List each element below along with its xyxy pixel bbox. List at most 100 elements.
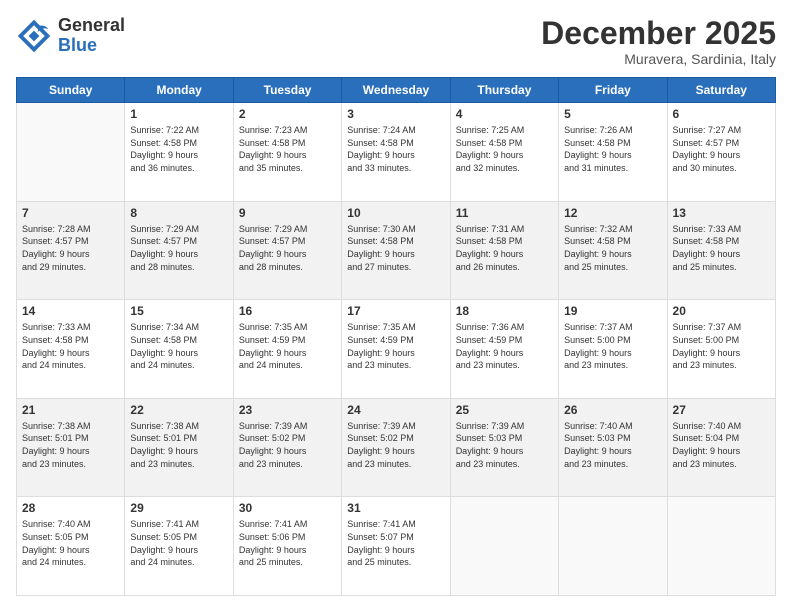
calendar-week-row: 21 Sunrise: 7:38 AM Sunset: 5:01 PM Dayli… xyxy=(17,398,776,497)
calendar-cell: 16 Sunrise: 7:35 AM Sunset: 4:59 PM Dayli… xyxy=(233,300,341,399)
day-number: 31 xyxy=(347,501,444,515)
calendar-cell: 30 Sunrise: 7:41 AM Sunset: 5:06 PM Dayli… xyxy=(233,497,341,596)
calendar-day-header: Thursday xyxy=(450,78,558,103)
calendar-cell: 3Sunrise: 7:24 AM Sunset: 4:58 PM Daylig… xyxy=(342,103,450,202)
calendar-cell: 18Sunrise: 7:36 AM Sunset: 4:59 PM Dayli… xyxy=(450,300,558,399)
cell-info: Sunrise: 7:41 AM Sunset: 5:06 PM Dayligh… xyxy=(239,518,336,568)
calendar-cell: 29 Sunrise: 7:41 AM Sunset: 5:05 PM Dayli… xyxy=(125,497,233,596)
calendar-cell xyxy=(450,497,558,596)
day-number: 16 xyxy=(239,304,336,318)
cell-info: Sunrise: 7:35 AM Sunset: 4:59 PM Dayligh… xyxy=(347,321,444,371)
calendar-cell: 27 Sunrise: 7:40 AM Sunset: 5:04 PM Dayli… xyxy=(667,398,775,497)
calendar-cell: 6 Sunrise: 7:27 AM Sunset: 4:57 PM Daylig… xyxy=(667,103,775,202)
day-number: 27 xyxy=(673,403,770,417)
logo-general-text: General xyxy=(58,16,125,36)
calendar-week-row: 1 Sunrise: 7:22 AM Sunset: 4:58 PM Daylig… xyxy=(17,103,776,202)
cell-info: Sunrise: 7:40 AM Sunset: 5:04 PM Dayligh… xyxy=(673,420,770,470)
day-number: 1 xyxy=(130,107,227,121)
day-number: 8 xyxy=(130,206,227,220)
cell-info: Sunrise: 7:40 AM Sunset: 5:03 PM Dayligh… xyxy=(564,420,661,470)
calendar-week-row: 7 Sunrise: 7:28 AM Sunset: 4:57 PM Daylig… xyxy=(17,201,776,300)
day-number: 10 xyxy=(347,206,444,220)
month-title: December 2025 xyxy=(541,16,776,51)
logo-icon xyxy=(16,18,52,54)
day-number: 28 xyxy=(22,501,119,515)
calendar-cell: 10 Sunrise: 7:30 AM Sunset: 4:58 PM Dayli… xyxy=(342,201,450,300)
calendar-cell: 15 Sunrise: 7:34 AM Sunset: 4:58 PM Dayli… xyxy=(125,300,233,399)
day-number: 9 xyxy=(239,206,336,220)
day-number: 25 xyxy=(456,403,553,417)
cell-info: Sunrise: 7:41 AM Sunset: 5:05 PM Dayligh… xyxy=(130,518,227,568)
calendar-cell: 25 Sunrise: 7:39 AM Sunset: 5:03 PM Dayli… xyxy=(450,398,558,497)
logo-text: General Blue xyxy=(58,16,125,56)
calendar-cell xyxy=(559,497,667,596)
calendar-day-header: Wednesday xyxy=(342,78,450,103)
calendar-cell: 24 Sunrise: 7:39 AM Sunset: 5:02 PM Dayli… xyxy=(342,398,450,497)
day-number: 15 xyxy=(130,304,227,318)
cell-info: Sunrise: 7:34 AM Sunset: 4:58 PM Dayligh… xyxy=(130,321,227,371)
cell-info: Sunrise: 7:28 AM Sunset: 4:57 PM Dayligh… xyxy=(22,223,119,273)
cell-info: Sunrise: 7:37 AM Sunset: 5:00 PM Dayligh… xyxy=(673,321,770,371)
calendar-cell: 2Sunrise: 7:23 AM Sunset: 4:58 PM Daylig… xyxy=(233,103,341,202)
calendar-cell: 19Sunrise: 7:37 AM Sunset: 5:00 PM Dayli… xyxy=(559,300,667,399)
page: General Blue December 2025 Muravera, Sar… xyxy=(0,0,792,612)
calendar-day-header: Friday xyxy=(559,78,667,103)
day-number: 11 xyxy=(456,206,553,220)
cell-info: Sunrise: 7:25 AM Sunset: 4:58 PM Dayligh… xyxy=(456,124,553,174)
cell-info: Sunrise: 7:27 AM Sunset: 4:57 PM Dayligh… xyxy=(673,124,770,174)
calendar-cell: 22Sunrise: 7:38 AM Sunset: 5:01 PM Dayli… xyxy=(125,398,233,497)
day-number: 30 xyxy=(239,501,336,515)
calendar-cell xyxy=(17,103,125,202)
cell-info: Sunrise: 7:40 AM Sunset: 5:05 PM Dayligh… xyxy=(22,518,119,568)
day-number: 4 xyxy=(456,107,553,121)
cell-info: Sunrise: 7:33 AM Sunset: 4:58 PM Dayligh… xyxy=(673,223,770,273)
calendar-cell: 23Sunrise: 7:39 AM Sunset: 5:02 PM Dayli… xyxy=(233,398,341,497)
cell-info: Sunrise: 7:33 AM Sunset: 4:58 PM Dayligh… xyxy=(22,321,119,371)
cell-info: Sunrise: 7:31 AM Sunset: 4:58 PM Dayligh… xyxy=(456,223,553,273)
day-number: 24 xyxy=(347,403,444,417)
day-number: 5 xyxy=(564,107,661,121)
day-number: 7 xyxy=(22,206,119,220)
calendar-cell: 5Sunrise: 7:26 AM Sunset: 4:58 PM Daylig… xyxy=(559,103,667,202)
calendar-day-header: Tuesday xyxy=(233,78,341,103)
cell-info: Sunrise: 7:32 AM Sunset: 4:58 PM Dayligh… xyxy=(564,223,661,273)
cell-info: Sunrise: 7:30 AM Sunset: 4:58 PM Dayligh… xyxy=(347,223,444,273)
cell-info: Sunrise: 7:29 AM Sunset: 4:57 PM Dayligh… xyxy=(239,223,336,273)
logo-blue-text: Blue xyxy=(58,36,125,56)
cell-info: Sunrise: 7:23 AM Sunset: 4:58 PM Dayligh… xyxy=(239,124,336,174)
calendar-cell: 7 Sunrise: 7:28 AM Sunset: 4:57 PM Daylig… xyxy=(17,201,125,300)
calendar-cell: 17Sunrise: 7:35 AM Sunset: 4:59 PM Dayli… xyxy=(342,300,450,399)
header: General Blue December 2025 Muravera, Sar… xyxy=(16,16,776,67)
calendar-cell: 26Sunrise: 7:40 AM Sunset: 5:03 PM Dayli… xyxy=(559,398,667,497)
day-number: 6 xyxy=(673,107,770,121)
cell-info: Sunrise: 7:38 AM Sunset: 5:01 PM Dayligh… xyxy=(22,420,119,470)
cell-info: Sunrise: 7:22 AM Sunset: 4:58 PM Dayligh… xyxy=(130,124,227,174)
calendar-cell: 11 Sunrise: 7:31 AM Sunset: 4:58 PM Dayli… xyxy=(450,201,558,300)
day-number: 29 xyxy=(130,501,227,515)
cell-info: Sunrise: 7:39 AM Sunset: 5:02 PM Dayligh… xyxy=(347,420,444,470)
day-number: 13 xyxy=(673,206,770,220)
calendar-cell: 20 Sunrise: 7:37 AM Sunset: 5:00 PM Dayli… xyxy=(667,300,775,399)
day-number: 12 xyxy=(564,206,661,220)
cell-info: Sunrise: 7:41 AM Sunset: 5:07 PM Dayligh… xyxy=(347,518,444,568)
calendar-cell: 21 Sunrise: 7:38 AM Sunset: 5:01 PM Dayli… xyxy=(17,398,125,497)
calendar-header-row: SundayMondayTuesdayWednesdayThursdayFrid… xyxy=(17,78,776,103)
day-number: 23 xyxy=(239,403,336,417)
day-number: 21 xyxy=(22,403,119,417)
calendar-cell: 4 Sunrise: 7:25 AM Sunset: 4:58 PM Daylig… xyxy=(450,103,558,202)
day-number: 20 xyxy=(673,304,770,318)
calendar-cell xyxy=(667,497,775,596)
calendar-cell: 1 Sunrise: 7:22 AM Sunset: 4:58 PM Daylig… xyxy=(125,103,233,202)
title-area: December 2025 Muravera, Sardinia, Italy xyxy=(541,16,776,67)
calendar-cell: 13 Sunrise: 7:33 AM Sunset: 4:58 PM Dayli… xyxy=(667,201,775,300)
calendar-cell: 31 Sunrise: 7:41 AM Sunset: 5:07 PM Dayli… xyxy=(342,497,450,596)
day-number: 14 xyxy=(22,304,119,318)
calendar-cell: 14 Sunrise: 7:33 AM Sunset: 4:58 PM Dayli… xyxy=(17,300,125,399)
logo: General Blue xyxy=(16,16,125,56)
cell-info: Sunrise: 7:39 AM Sunset: 5:03 PM Dayligh… xyxy=(456,420,553,470)
calendar-table: SundayMondayTuesdayWednesdayThursdayFrid… xyxy=(16,77,776,596)
cell-info: Sunrise: 7:38 AM Sunset: 5:01 PM Dayligh… xyxy=(130,420,227,470)
calendar-day-header: Monday xyxy=(125,78,233,103)
calendar-week-row: 14 Sunrise: 7:33 AM Sunset: 4:58 PM Dayli… xyxy=(17,300,776,399)
cell-info: Sunrise: 7:35 AM Sunset: 4:59 PM Dayligh… xyxy=(239,321,336,371)
